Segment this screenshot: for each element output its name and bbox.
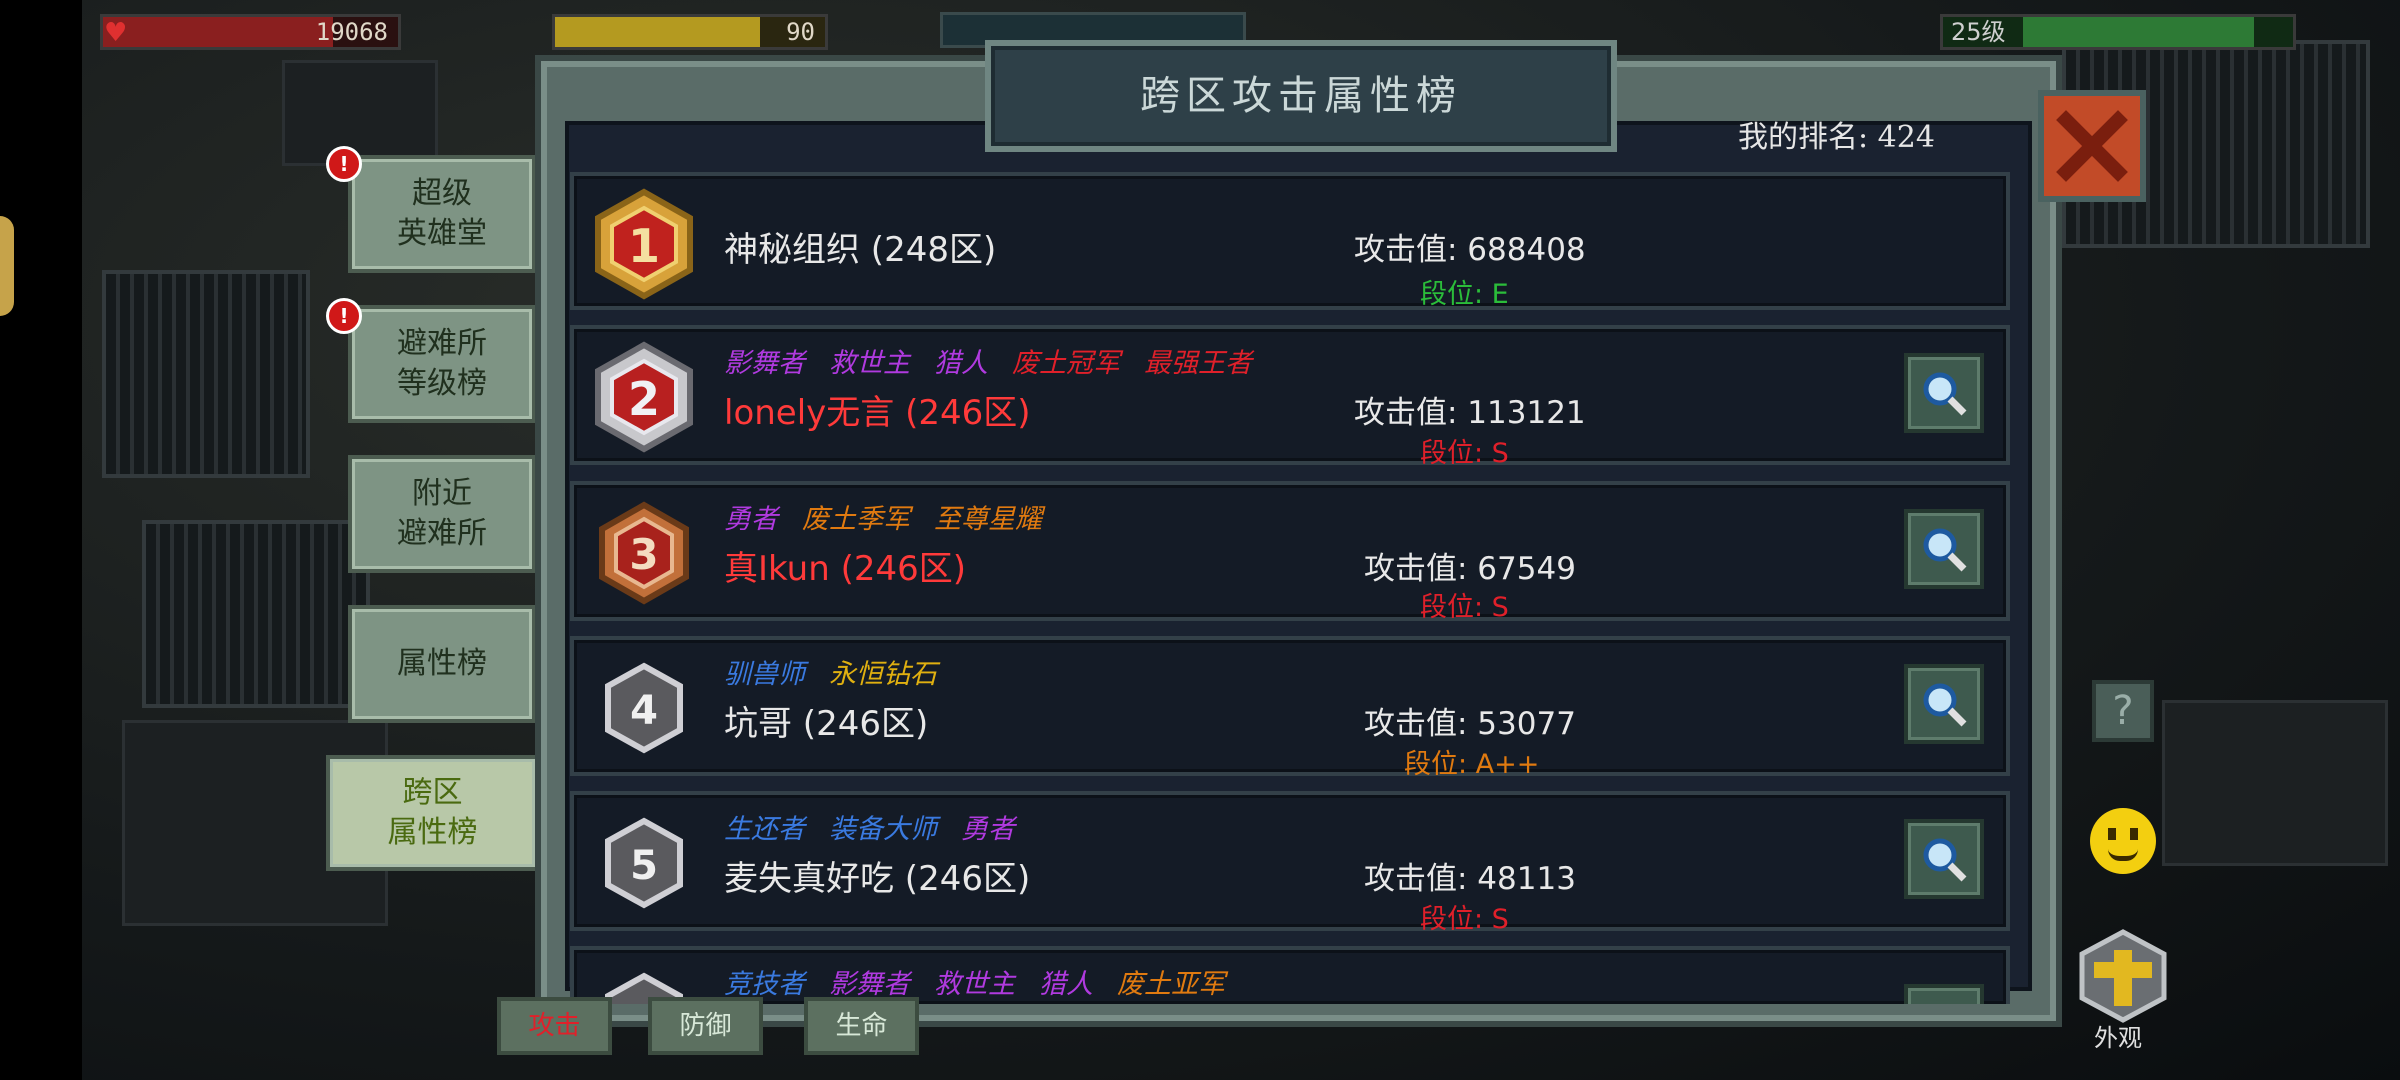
rank-grade: 段位: A++ <box>1404 749 1540 780</box>
heart-icon: ♥ <box>104 18 128 48</box>
table-row: 竞技者 影舞者 救世主 猎人 废土亚军 <box>570 946 2010 1004</box>
svg-text:4: 4 <box>630 688 658 734</box>
rank-5-medal-icon: 5 <box>605 817 683 909</box>
title-tag: 废土季军 <box>802 504 910 535</box>
title-tag: 驯兽师 <box>724 659 805 690</box>
tab-label: 属性榜 <box>397 646 487 681</box>
title-tag: 废土亚军 <box>1117 969 1225 1000</box>
attack-value: 攻击值: 67549 <box>1364 551 1576 587</box>
tab-label: 属性榜 <box>387 815 478 850</box>
title-tag: 最强王者 <box>1144 348 1252 379</box>
svg-text:2: 2 <box>628 372 660 426</box>
tab-label: 跨区 <box>402 775 463 810</box>
table-row: 4 驯兽师 永恒钻石 坑哥 (246区) 攻击值: 53077 段位: A++ <box>570 636 2010 780</box>
hp-value: 19068 <box>315 18 388 46</box>
title-tag: 影舞者 <box>829 969 910 1000</box>
rank-grade: 段位: S <box>1420 904 1509 935</box>
tab-cross-server-attribute-rank[interactable]: 跨区 属性榜 <box>326 755 539 871</box>
tab-label: 等级榜 <box>397 366 487 401</box>
tab-nearby-shelter[interactable]: 附近 避难所 <box>348 455 536 573</box>
title-tag: 猎人 <box>934 348 988 379</box>
svg-text:5: 5 <box>630 843 658 889</box>
view-player-button[interactable] <box>1904 664 1984 744</box>
rank-grade: 段位: S <box>1420 438 1509 469</box>
magnifier-icon <box>1923 528 1967 572</box>
my-rank: 我的排名: 424 <box>1738 120 1935 155</box>
tab-shelter-level-rank[interactable]: 避难所 等级榜 <box>348 305 536 423</box>
rank-2-medal-icon: 2 <box>595 341 693 453</box>
title-tag: 永恒钻石 <box>829 659 937 690</box>
tab-defense[interactable]: 防御 <box>648 997 763 1055</box>
attack-value: 攻击值: 688408 <box>1354 232 1586 268</box>
magnifier-icon <box>1923 372 1967 416</box>
player-titles: 影舞者 救世主 猎人 废土冠军 最强王者 <box>724 341 1276 380</box>
player-name: 真Ikun (246区) <box>724 549 967 589</box>
view-player-button[interactable] <box>1904 509 1984 589</box>
player-titles: 生还者 装备大师 勇者 <box>724 807 1039 846</box>
title-tag: 影舞者 <box>724 348 805 379</box>
player-titles: 勇者 废土季军 至尊星耀 <box>724 497 1066 536</box>
view-player-button[interactable] <box>1904 353 1984 433</box>
alert-badge: ! <box>326 298 362 334</box>
help-button[interactable]: ? <box>2092 680 2154 742</box>
title-tag: 勇者 <box>724 504 778 535</box>
rank-grade: 段位: E <box>1420 279 1509 310</box>
close-button[interactable] <box>2038 90 2146 202</box>
rank-4-medal-icon: 4 <box>605 662 683 754</box>
view-player-button[interactable] <box>1904 819 1984 899</box>
tab-label: 避难所 <box>397 326 487 361</box>
player-name: 坑哥 (246区) <box>724 704 929 744</box>
rank-1-medal-icon: 1 <box>595 188 693 300</box>
energy-bar: 90 <box>552 14 828 50</box>
magnifier-icon <box>1923 683 1967 727</box>
magnifier-icon <box>1923 838 1967 882</box>
player-titles: 竞技者 影舞者 救世主 猎人 废土亚军 <box>724 962 1249 1001</box>
alert-badge: ! <box>326 146 362 182</box>
attack-value: 攻击值: 113121 <box>1354 395 1586 431</box>
title-tag: 救世主 <box>829 348 910 379</box>
level-bar: 25级 <box>1940 14 2296 50</box>
svg-text:3: 3 <box>629 530 658 579</box>
rank-3-medal-icon: 3 <box>599 501 689 605</box>
title-tag: 至尊星耀 <box>934 504 1042 535</box>
energy-value: 90 <box>786 18 815 46</box>
tab-label: 附近 <box>412 476 472 511</box>
tab-label: 超级 <box>412 176 472 211</box>
title-tag: 救世主 <box>934 969 1015 1000</box>
title-tag: 勇者 <box>961 814 1015 845</box>
tab-attribute-rank[interactable]: 属性榜 <box>348 605 536 723</box>
attack-value: 攻击值: 53077 <box>1364 706 1576 742</box>
appearance-icon[interactable] <box>2076 928 2170 1024</box>
view-player-button[interactable] <box>1904 984 1984 1004</box>
title-tag: 猎人 <box>1039 969 1093 1000</box>
table-row: 5 生还者 装备大师 勇者 麦失真好吃 (246区) 攻击值: 48113 段位: … <box>570 791 2010 935</box>
side-badge-icon[interactable] <box>0 216 14 316</box>
close-icon <box>2056 110 2128 182</box>
svg-text:1: 1 <box>628 219 660 273</box>
attack-value: 攻击值: 48113 <box>1364 861 1576 897</box>
table-row: 3 勇者 废土季军 至尊星耀 真Ikun (246区) 攻击值: 67549 段位:… <box>570 481 2010 623</box>
level-badge: 25级 <box>1951 18 2006 46</box>
tab-attack[interactable]: 攻击 <box>497 997 612 1055</box>
player-titles: 驯兽师 永恒钻石 <box>724 652 961 691</box>
title-tag: 竞技者 <box>724 969 805 1000</box>
appearance-label: 外观 <box>2094 1024 2142 1052</box>
table-row: 1 神秘组织 (248区) 攻击值: 688408 段位: E <box>570 172 2010 310</box>
panel-title: 跨区攻击属性榜 <box>985 40 1617 152</box>
hp-bar: 19068 <box>100 14 401 50</box>
table-row: 2 影舞者 救世主 猎人 废土冠军 最强王者 lonely无言 (246区) 攻击值: … <box>570 325 2010 469</box>
title-tag: 生还者 <box>724 814 805 845</box>
player-name: lonely无言 (246区) <box>724 393 1031 433</box>
rank-grade: 段位: S <box>1420 592 1509 623</box>
tab-label: 英雄堂 <box>397 216 487 251</box>
player-name: 麦失真好吃 (246区) <box>724 859 1031 899</box>
player-name: 神秘组织 (248区) <box>724 230 997 270</box>
tab-health[interactable]: 生命 <box>804 997 919 1055</box>
emoji-icon[interactable] <box>2090 808 2156 874</box>
tab-label: 避难所 <box>397 516 487 551</box>
title-tag: 装备大师 <box>829 814 937 845</box>
tab-super-hero-hall[interactable]: 超级 英雄堂 <box>348 155 536 273</box>
title-tag: 废土冠军 <box>1012 348 1120 379</box>
